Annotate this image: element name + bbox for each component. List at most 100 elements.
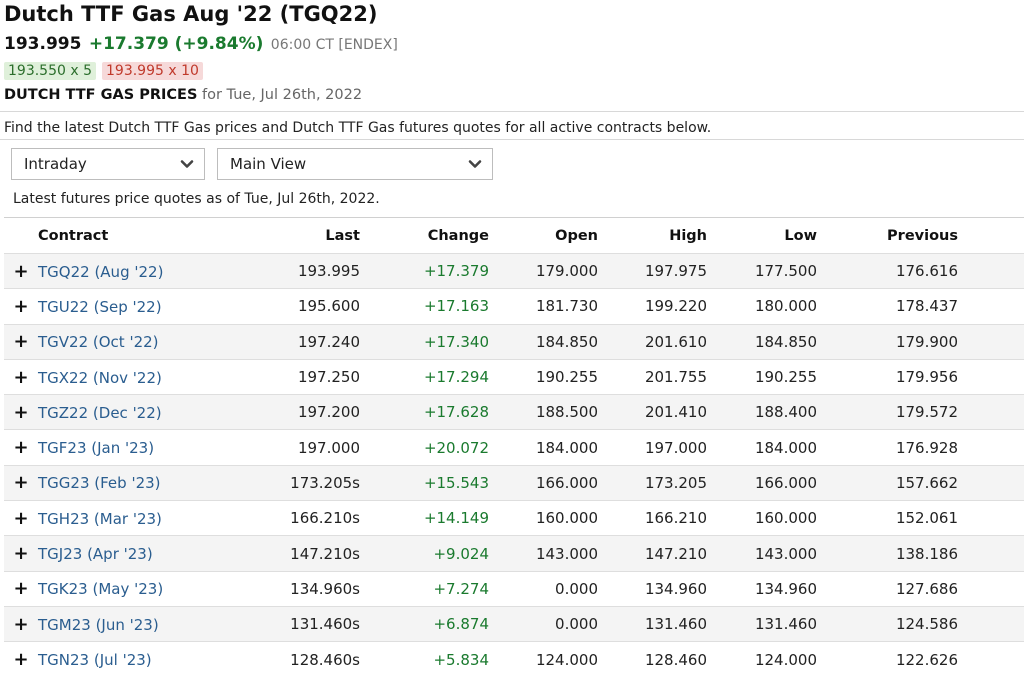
cell-contract: + TGG23 (Feb '23) xyxy=(4,464,233,501)
column-header-change[interactable]: Change xyxy=(360,218,489,254)
cell-last: 197.250 xyxy=(233,358,360,395)
cell-low: 134.960 xyxy=(707,570,817,607)
cell-open: 184.850 xyxy=(489,323,598,360)
contract-link[interactable]: TGK23 (May '23) xyxy=(38,580,163,598)
cell-contract: + TGU22 (Sep '22) xyxy=(4,288,233,325)
cell-spacer xyxy=(958,358,1024,395)
column-header-previous[interactable]: Previous xyxy=(817,218,958,254)
cell-high: 201.410 xyxy=(598,394,707,430)
prices-heading-label: DUTCH TTF GAS PRICES xyxy=(4,87,198,103)
cell-contract: + TGQ22 (Aug '22) xyxy=(4,252,233,289)
bid-ask: 193.550 x 5 193.995 x 10 xyxy=(4,62,203,80)
expand-plus-icon[interactable]: + xyxy=(4,437,38,458)
cell-change: +17.294 xyxy=(360,358,489,395)
expand-plus-icon[interactable]: + xyxy=(4,614,38,635)
cell-low: 180.000 xyxy=(707,288,817,325)
cell-open: 179.000 xyxy=(489,252,598,289)
contract-link[interactable]: TGX22 (Nov '22) xyxy=(38,369,162,387)
column-header-spacer xyxy=(958,218,1024,254)
column-header-high[interactable]: High xyxy=(598,218,707,254)
period-select[interactable]: Intraday xyxy=(11,148,205,180)
contract-link[interactable]: TGU22 (Sep '22) xyxy=(38,298,162,316)
cell-open: 181.730 xyxy=(489,288,598,325)
contract-link[interactable]: TGN23 (Jul '23) xyxy=(38,651,152,669)
cell-change: +17.340 xyxy=(360,323,489,360)
column-header-low[interactable]: Low xyxy=(707,218,817,254)
expand-plus-icon[interactable]: + xyxy=(4,508,38,529)
as-of-note: Latest futures price quotes as of Tue, J… xyxy=(13,191,380,207)
cell-low: 190.255 xyxy=(707,358,817,395)
prices-heading: DUTCH TTF GAS PRICES for Tue, Jul 26th, … xyxy=(4,87,362,103)
cell-previous: 127.686 xyxy=(817,570,958,607)
expand-plus-icon[interactable]: + xyxy=(4,367,38,388)
cell-last: 166.210s xyxy=(233,500,360,536)
table-row: + TGN23 (Jul '23) 128.460s +5.834 124.000 128… xyxy=(4,641,1024,678)
cell-open: 160.000 xyxy=(489,500,598,536)
cell-spacer xyxy=(958,429,1024,466)
column-header-contract[interactable]: Contract xyxy=(4,218,233,254)
cell-high: 173.205 xyxy=(598,464,707,501)
table-row: + TGU22 (Sep '22) 195.600 +17.163 181.730 199… xyxy=(4,288,1024,325)
cell-previous: 138.186 xyxy=(817,535,958,572)
cell-contract: + TGM23 (Jun '23) xyxy=(4,605,233,642)
contract-link[interactable]: TGJ23 (Apr '23) xyxy=(38,545,153,563)
contract-link[interactable]: TGM23 (Jun '23) xyxy=(38,616,159,634)
cell-spacer xyxy=(958,323,1024,360)
contract-link[interactable]: TGH23 (Mar '23) xyxy=(38,510,162,528)
cell-low: 124.000 xyxy=(707,641,817,678)
cell-low: 184.000 xyxy=(707,429,817,466)
page-description: Find the latest Dutch TTF Gas prices and… xyxy=(4,120,712,136)
cell-spacer xyxy=(958,500,1024,536)
cell-change: +17.379 xyxy=(360,252,489,289)
table-row: + TGF23 (Jan '23) 197.000 +20.072 184.000 197… xyxy=(4,429,1024,466)
quote-time: 06:00 CT [ENDEX] xyxy=(270,37,398,53)
cell-previous: 152.061 xyxy=(817,500,958,536)
cell-contract: + TGF23 (Jan '23) xyxy=(4,429,233,466)
cell-low: 131.460 xyxy=(707,605,817,642)
contract-link[interactable]: TGG23 (Feb '23) xyxy=(38,474,161,492)
cell-previous: 179.572 xyxy=(817,394,958,430)
cell-last: 131.460s xyxy=(233,605,360,642)
cell-high: 201.610 xyxy=(598,323,707,360)
contract-link[interactable]: TGZ22 (Dec '22) xyxy=(38,404,162,422)
cell-previous: 178.437 xyxy=(817,288,958,325)
table-row: + TGX22 (Nov '22) 197.250 +17.294 190.255 201… xyxy=(4,358,1024,395)
contract-link[interactable]: TGQ22 (Aug '22) xyxy=(38,263,163,281)
cell-low: 184.850 xyxy=(707,323,817,360)
contract-link[interactable]: TGV22 (Oct '22) xyxy=(38,333,159,351)
column-header-open[interactable]: Open xyxy=(489,218,598,254)
cell-open: 184.000 xyxy=(489,429,598,466)
expand-plus-icon[interactable]: + xyxy=(4,331,38,352)
cell-spacer xyxy=(958,535,1024,572)
expand-plus-icon[interactable]: + xyxy=(4,402,38,423)
last-price: 193.995 xyxy=(4,34,82,54)
cell-spacer xyxy=(958,464,1024,501)
expand-plus-icon[interactable]: + xyxy=(4,296,38,317)
cell-open: 0.000 xyxy=(489,570,598,607)
table-row: + TGK23 (May '23) 134.960s +7.274 0.000 134.9… xyxy=(4,570,1024,607)
cell-open: 166.000 xyxy=(489,464,598,501)
contract-link[interactable]: TGF23 (Jan '23) xyxy=(38,439,154,457)
column-header-last[interactable]: Last xyxy=(233,218,360,254)
expand-plus-icon[interactable]: + xyxy=(4,472,38,493)
table-row: + TGQ22 (Aug '22) 193.995 +17.379 179.000 197… xyxy=(4,252,1024,289)
cell-low: 166.000 xyxy=(707,464,817,501)
view-select[interactable]: Main View xyxy=(217,148,493,180)
expand-plus-icon[interactable]: + xyxy=(4,261,38,282)
cell-change: +7.274 xyxy=(360,570,489,607)
expand-plus-icon[interactable]: + xyxy=(4,649,38,670)
cell-last: 197.000 xyxy=(233,429,360,466)
expand-plus-icon[interactable]: + xyxy=(4,578,38,599)
cell-high: 166.210 xyxy=(598,500,707,536)
bid-badge: 193.550 x 5 xyxy=(4,62,96,80)
cell-high: 128.460 xyxy=(598,641,707,678)
cell-last: 147.210s xyxy=(233,535,360,572)
cell-last: 197.240 xyxy=(233,323,360,360)
cell-change: +5.834 xyxy=(360,641,489,678)
cell-spacer xyxy=(958,570,1024,607)
cell-high: 134.960 xyxy=(598,570,707,607)
quote-summary: 193.995 +17.379 (+9.84%) 06:00 CT [ENDEX… xyxy=(4,34,398,54)
expand-plus-icon[interactable]: + xyxy=(4,543,38,564)
cell-open: 143.000 xyxy=(489,535,598,572)
cell-previous: 176.928 xyxy=(817,429,958,466)
